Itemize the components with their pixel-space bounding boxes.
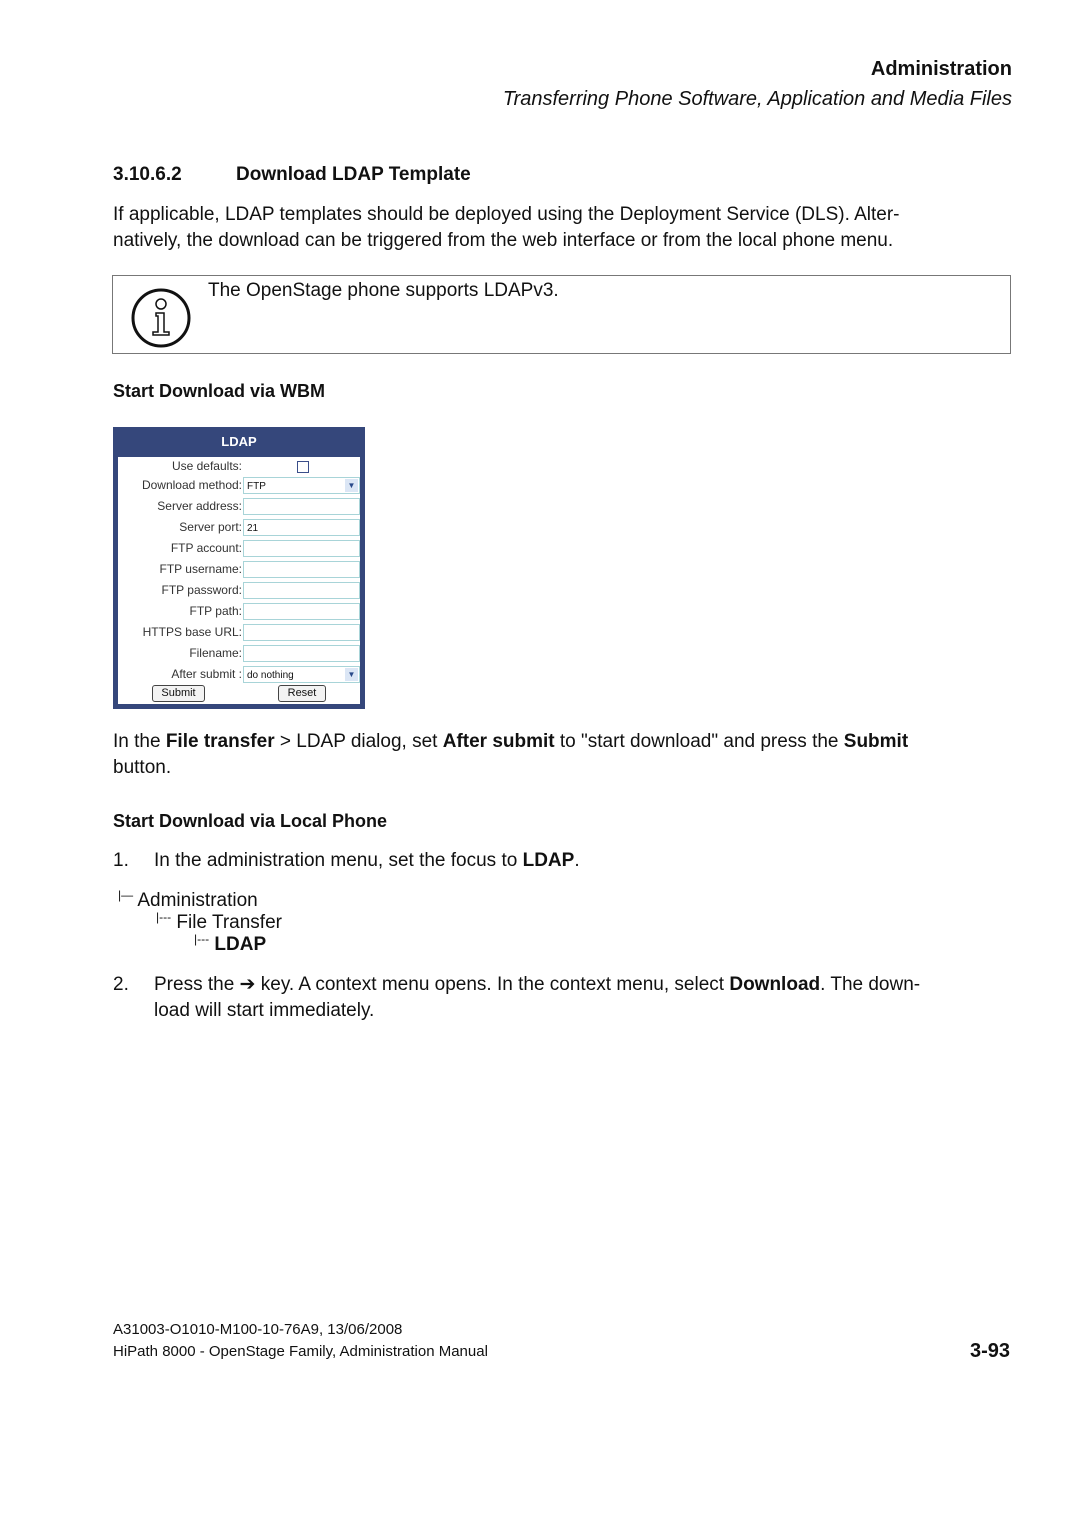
form-row: Filename: [118,644,360,665]
form-row: Download method: FTP ▼ [118,476,360,497]
info-icon [131,288,191,348]
subheading-local-phone: Start Download via Local Phone [113,811,388,831]
tree-connector-icon: |--- [156,910,172,924]
ftp-password-label: FTP password: [161,583,242,597]
note-text: The OpenStage phone supports LDAPv3. [208,280,559,301]
menu-tree-item: |— Administration [118,888,258,912]
after-submit-select[interactable]: do nothing ▼ [243,666,360,683]
chevron-down-icon: ▼ [345,479,358,492]
server-port-label: Server port: [179,520,242,534]
use-defaults-row: Use defaults: [118,457,360,478]
form-row: Server address: [118,497,360,518]
text: > LDAP dialog, set [274,731,443,752]
text: Press the [154,974,240,995]
text: . The down- [820,974,921,995]
ftp-path-label: FTP path: [189,604,242,618]
form-row: Server port: 21 [118,518,360,539]
https-base-url-label: HTTPS base URL: [142,625,242,639]
use-defaults-label: Use defaults: [171,459,242,473]
step-number: 2. [113,974,129,995]
wbm-instruction-line-1: In the File transfer > LDAP dialog, set … [113,729,1013,755]
ldap-form: Use defaults: Download method: FTP ▼ Serv… [118,457,360,704]
after-submit-label: After submit : [171,667,242,681]
step-number: 1. [113,850,129,871]
section-number: 3.10.6.2 [113,164,182,185]
arrow-right-icon: ➔ [239,974,256,995]
step-2-line-2: load will start immediately. [154,1000,375,1021]
tree-connector-icon: |— [118,888,134,902]
filename-input[interactable] [243,645,360,662]
intro-line-1: If applicable, LDAP templates should be … [113,204,900,225]
form-row: HTTPS base URL: [118,623,360,644]
download-method-value: FTP [247,481,266,492]
form-row: FTP path: [118,602,360,623]
tree-label: LDAP [214,934,267,955]
text: to "start download" and press the [554,731,844,752]
running-header-subtitle: Transferring Phone Software, Application… [502,88,1012,110]
footer-doc-id: A31003-O1010-M100-10-76A9, 13/06/2008 [113,1321,403,1338]
filename-label: Filename: [189,646,242,660]
ftp-account-input[interactable] [243,540,360,557]
ftp-username-label: FTP username: [159,562,242,576]
bold-ldap: LDAP [522,850,575,871]
reset-button[interactable]: Reset [278,685,326,702]
ftp-password-input[interactable] [243,582,360,599]
form-row: After submit : do nothing ▼ [118,665,360,686]
bold-file-transfer: File transfer [165,731,275,752]
tree-label: Administration [137,890,258,911]
step-text: In the administration menu, set the focu… [154,850,523,871]
bold-submit: Submit [843,731,909,752]
form-row: FTP password: [118,581,360,602]
ftp-account-label: FTP account: [170,541,242,555]
ftp-path-input[interactable] [243,603,360,620]
text: In the [113,731,166,752]
wbm-instruction-line-2: button. [113,757,172,778]
form-row: FTP username: [118,560,360,581]
page-number: 3-93 [969,1340,1010,1362]
form-row: FTP account: [118,539,360,560]
after-submit-value: do nothing [247,670,294,681]
download-method-label: Download method: [141,478,242,492]
running-header-title: Administration [870,58,1012,80]
use-defaults-checkbox[interactable] [297,461,309,473]
wbm-instruction: In the File transfer > LDAP dialog, set … [113,729,1013,781]
intro-line-2: natively, the download can be triggered … [113,230,894,251]
chevron-down-icon: ▼ [345,668,358,681]
menu-tree-item: |--- LDAP [194,932,267,956]
bold-after-submit: After submit [442,731,555,752]
ldap-dialog: LDAP Use defaults: Download method: FTP ▼… [113,427,365,709]
text: key. A context menu opens. In the contex… [255,974,730,995]
https-base-url-input[interactable] [243,624,360,641]
step-2: 2. Press the ➔ key. A context menu opens.… [113,972,1013,1024]
tree-connector-icon: |--- [194,932,210,946]
intro-paragraph: If applicable, LDAP templates should be … [113,202,1013,254]
ldap-dialog-title: LDAP [221,434,257,449]
submit-button[interactable]: Submit [152,685,205,702]
section-heading: 3.10.6.2 Download LDAP Template [113,164,471,186]
step-1: 1. In the administration menu, set the fo… [113,848,1013,874]
bold-download: Download [729,974,821,995]
tree-label: File Transfer [176,912,282,933]
footer-manual-title: HiPath 8000 - OpenStage Family, Administ… [113,1343,488,1360]
text: . [574,850,580,871]
download-method-select[interactable]: FTP ▼ [243,477,360,494]
menu-tree-item: |--- File Transfer [156,910,282,934]
section-title: Download LDAP Template [236,164,471,185]
ftp-username-input[interactable] [243,561,360,578]
server-address-input[interactable] [243,498,360,515]
subheading-wbm: Start Download via WBM [113,381,326,401]
server-port-input[interactable]: 21 [243,519,360,536]
server-address-label: Server address: [157,499,242,513]
